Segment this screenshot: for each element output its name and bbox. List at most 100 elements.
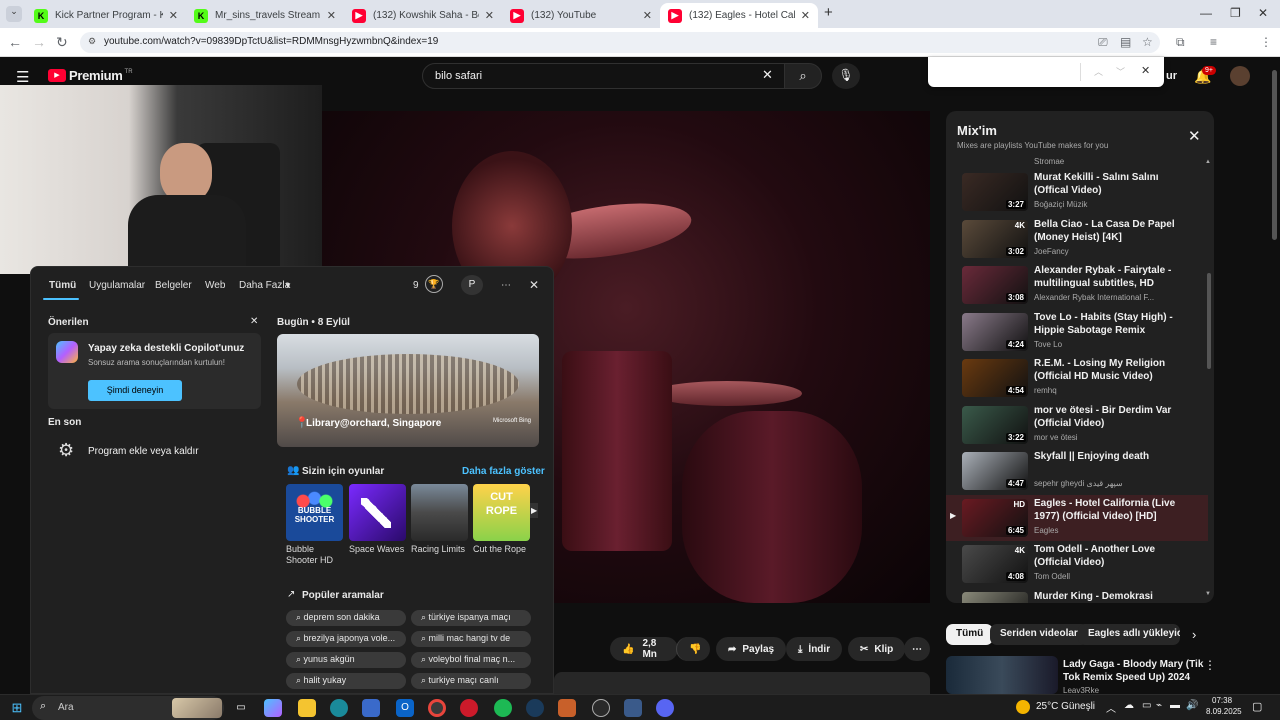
clock-time[interactable]: 07:38 — [1212, 696, 1232, 705]
copilot-card[interactable]: Yapay zeka destekli Copilot'unuz Sonsuz … — [48, 333, 261, 409]
chip-all[interactable]: Tümü — [946, 624, 994, 645]
mix-item[interactable]: 4:54 R.E.M. - Losing My Religion (Officia… — [946, 355, 1208, 401]
search-input[interactable]: bilo safari — [422, 63, 786, 89]
url-field[interactable]: ⚙ youtube.com/watch?v=09839DpTctU&list=R… — [80, 32, 1160, 53]
steam-icon[interactable] — [526, 699, 544, 717]
scroll-down-icon[interactable]: ▼ — [1205, 591, 1211, 597]
more-options-icon[interactable]: ⋯ — [501, 280, 511, 291]
dismiss-suggested-icon[interactable]: ✕ — [250, 316, 258, 327]
find-next-icon[interactable]: ﹀ — [1116, 65, 1125, 78]
recommended-more-icon[interactable]: ⋮ — [1204, 658, 1216, 672]
mix-item[interactable]: 4:47 Skyfall || Enjoying death sepehr ghey… — [946, 448, 1208, 494]
voice-search-button[interactable]: 🎙 — [832, 63, 860, 89]
game-tile-racing-limits[interactable] — [411, 484, 468, 541]
restore-button[interactable]: ❐ — [1230, 6, 1241, 20]
search-tab-web[interactable]: Web — [205, 280, 225, 291]
notification-center-icon[interactable]: ▢ — [1252, 700, 1262, 713]
download-button[interactable]: ⤓ İndir — [786, 637, 843, 661]
user-avatar[interactable]: P — [461, 275, 483, 295]
store-icon[interactable] — [362, 699, 380, 717]
mix-item[interactable]: 4K 4:08 Tom Odell - Another Love (Official… — [946, 541, 1208, 587]
reading-mode-icon[interactable]: ▤ — [1120, 35, 1131, 49]
extensions-icon[interactable]: ⧉ — [1176, 35, 1185, 50]
youtube-premium-logo[interactable]: ▶ Premium TR — [48, 68, 133, 83]
obs-icon[interactable] — [592, 699, 610, 717]
app-icon[interactable] — [558, 699, 576, 717]
description-box[interactable] — [554, 672, 930, 694]
app-icon[interactable] — [624, 699, 642, 717]
tray-overflow-icon[interactable]: ︿ — [1106, 700, 1116, 715]
site-info-icon[interactable]: ⚙ — [88, 36, 96, 47]
spotify-icon[interactable] — [494, 699, 512, 717]
game-tile-bubble-shooter[interactable]: BUBBLE SHOOTER — [286, 484, 343, 541]
network-icon[interactable]: ▬ — [1170, 700, 1180, 711]
search-tab-documents[interactable]: Belgeler — [155, 280, 192, 291]
game-tile-cut-the-rope[interactable]: CUT ROPE — [473, 484, 530, 541]
mix-item[interactable]: 4K 3:02 Bella Ciao - La Casa De Papel (Mon… — [946, 216, 1208, 262]
volume-icon[interactable]: 🔊 — [1186, 700, 1198, 711]
hamburger-menu-icon[interactable]: ☰ — [16, 68, 29, 86]
find-input[interactable] — [936, 62, 1076, 82]
close-tab-icon[interactable]: ✕ — [485, 9, 494, 22]
popular-search-pill[interactable]: ⌕ turkiye maçı canlı — [411, 673, 531, 689]
popular-search-pill[interactable]: ⌕ milli mac hangi tv de — [411, 631, 531, 647]
mix-item[interactable]: Murder King - Demokrasi — [946, 588, 1208, 603]
popular-search-pill[interactable]: ⌕ voleybol final maç n... — [411, 652, 531, 668]
search-button[interactable]: ⌕ — [784, 63, 822, 89]
search-tab-all[interactable]: Tümü — [49, 280, 76, 291]
close-tab-icon[interactable]: ✕ — [643, 9, 652, 22]
cloud-icon[interactable]: ☁ — [1124, 700, 1134, 711]
battery-icon[interactable]: ▭ — [1142, 700, 1151, 711]
close-panel-icon[interactable]: ✕ — [529, 278, 539, 292]
chip-series[interactable]: Seriden videolar — [990, 624, 1088, 645]
scroll-up-icon[interactable]: ▲ — [1205, 159, 1211, 165]
tab-kick-stream[interactable]: K Mr_sins_travels Stream - Watch ✕ — [186, 3, 344, 28]
find-prev-icon[interactable]: ︿ — [1094, 65, 1103, 78]
create-label-partial[interactable]: ur — [1166, 70, 1177, 82]
browser-menu-icon[interactable]: ⋮ — [1260, 35, 1272, 49]
tab-kick-partner[interactable]: K Kick Partner Program - Kick Da ✕ — [26, 3, 186, 28]
popular-search-pill[interactable]: ⌕ yunus akgün — [286, 652, 406, 668]
games-more-link[interactable]: Daha fazla göster — [462, 466, 545, 477]
clear-search-icon[interactable]: ✕ — [762, 67, 773, 83]
close-mix-icon[interactable]: ✕ — [1188, 127, 1201, 145]
search-tab-apps[interactable]: Uygulamalar — [89, 280, 145, 291]
mix-item[interactable]: 4:24 Tove Lo - Habits (Stay High) - Hippi… — [946, 309, 1208, 355]
share-button[interactable]: ➦ Paylaş — [716, 637, 787, 661]
edge-icon[interactable] — [330, 699, 348, 717]
reload-button[interactable]: ↻ — [56, 34, 68, 51]
close-tab-icon[interactable]: ✕ — [801, 9, 810, 22]
popular-search-pill[interactable]: ⌕ halit yukay — [286, 673, 406, 689]
recommended-video[interactable]: Lady Gaga - Bloody Mary (Tik Tok Remix S… — [946, 656, 1222, 695]
close-tab-icon[interactable]: ✕ — [327, 9, 336, 22]
minimize-button[interactable]: — — [1200, 6, 1212, 20]
opera-icon[interactable] — [460, 699, 478, 717]
weather-text[interactable]: 25°C Güneşli — [1036, 701, 1095, 712]
taskbar-search-box[interactable]: ⌕ Ara — [32, 696, 224, 720]
cast-icon[interactable]: ⎚ — [1098, 35, 1108, 50]
popular-search-pill[interactable]: ⌕ türkiye ispanya maçı — [411, 610, 531, 626]
close-window-button[interactable]: ✕ — [1258, 6, 1268, 20]
page-scrollbar[interactable] — [1272, 70, 1277, 240]
today-image-card[interactable]: 📍 Library@orchard, Singapore Microsoft B… — [277, 334, 539, 447]
back-button[interactable]: ← — [8, 34, 22, 50]
windows-start-icon[interactable]: ⊞ — [8, 699, 26, 717]
dislike-button[interactable]: 👎 — [676, 637, 710, 661]
mix-item[interactable]: 3:22 mor ve ötesi - Bir Derdim Var (Offic… — [946, 402, 1208, 448]
copilot-try-button[interactable]: Şimdi deneyin — [88, 380, 182, 401]
like-button[interactable]: 👍 2,8 Mn — [610, 637, 678, 661]
tab-youtube-beggin[interactable]: ▶ (132) Kowshik Saha - Beggin' (✕ — [344, 3, 502, 28]
mix-scrollbar[interactable] — [1207, 273, 1211, 369]
rewards-trophy-icon[interactable]: 🏆 — [425, 275, 443, 293]
tab-youtube-home[interactable]: ▶ (132) YouTube ✕ — [502, 3, 660, 28]
search-tab-more[interactable]: Daha Fazla — [239, 280, 290, 291]
chips-next-icon[interactable]: › — [1192, 627, 1196, 642]
mix-item[interactable]: ▶ HD 6:45 Eagles - Hotel California (Live 1… — [946, 494, 1208, 541]
outlook-icon[interactable]: O — [396, 699, 414, 717]
more-actions-button[interactable]: ⋯ — [904, 637, 930, 661]
forward-button[interactable]: → — [32, 34, 46, 50]
media-control-icon[interactable]: ≡ — [1210, 35, 1217, 49]
new-tab-button[interactable]: + — [824, 4, 833, 21]
clock-date[interactable]: 8.09.2025 — [1206, 707, 1242, 716]
mix-item[interactable]: 3:27 Murat Kekilli - Salını Salını (Offic… — [946, 169, 1208, 215]
